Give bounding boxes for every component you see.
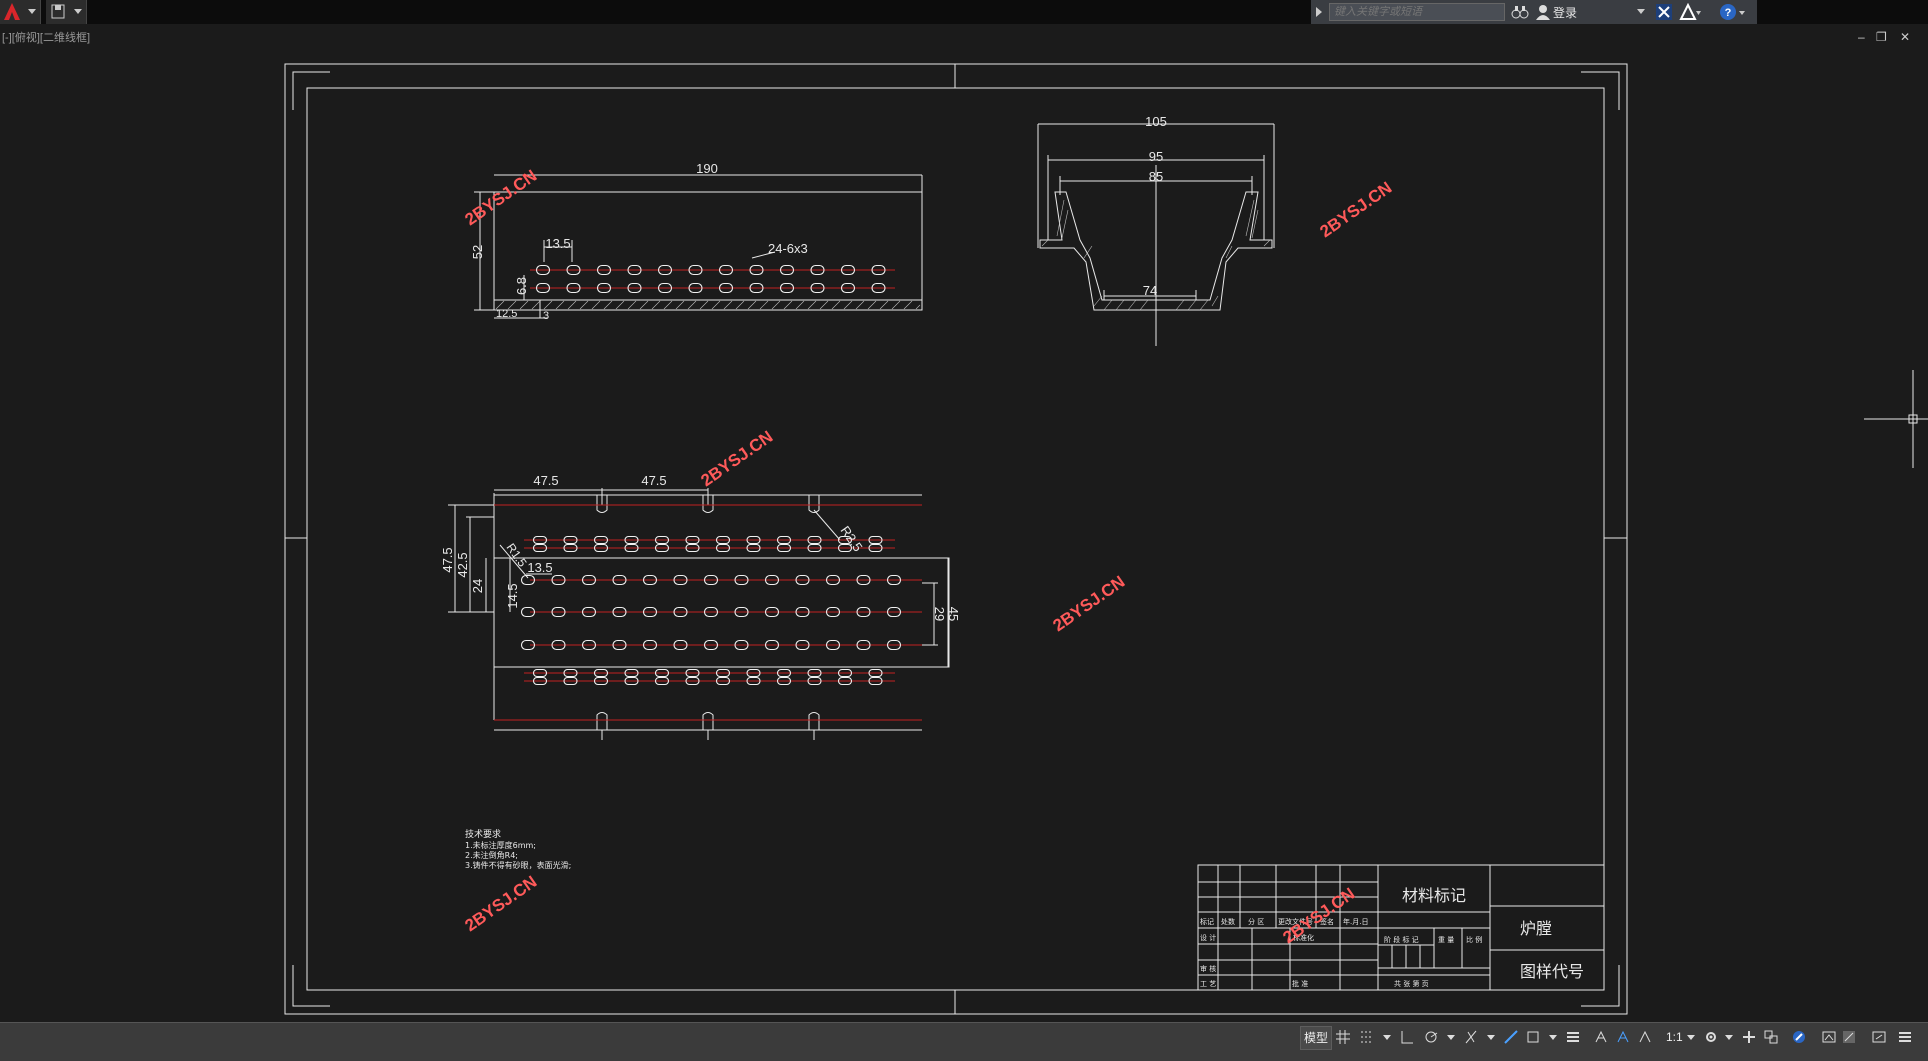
dim-small: 3: [543, 310, 549, 322]
auto-scale-icon[interactable]: [1638, 1030, 1652, 1044]
tb-header-stage: 阶 段 标 记: [1384, 935, 1419, 944]
material-mark: 材料标记: [1402, 886, 1466, 905]
tb-header-sheets: 共 张 第 页: [1394, 979, 1429, 988]
section-view: 105 95 85 74: [1037, 114, 1275, 346]
watermark: 2BYSJ.CN: [697, 427, 776, 490]
dim-radius: R2.5: [838, 523, 866, 554]
workspace-icon[interactable]: [1842, 1030, 1856, 1044]
clean-screen-icon[interactable]: [1822, 1030, 1836, 1044]
notes-line1: 1.未标注厚度6mm;: [465, 840, 536, 850]
dim-bottom: 74: [1143, 283, 1157, 298]
fullscreen-icon[interactable]: [1872, 1030, 1886, 1044]
dim-b: 47.5: [641, 473, 666, 488]
dim-row: 6.8: [514, 277, 529, 295]
osnap-icon[interactable]: [1504, 1030, 1518, 1044]
dim-inner: 85: [1149, 169, 1163, 184]
tb-header-date: 年.月.日: [1343, 917, 1368, 926]
watermark: 2BYSJ.CN: [1279, 884, 1358, 947]
tb-header-review: 审 核: [1200, 964, 1216, 973]
dim-left: 12.5: [496, 308, 517, 320]
title-block: 材料标记 炉膛 图样代号 标记 处数 分 区 更改文件号 签名 年.月.日 设 …: [1197, 864, 1605, 991]
drawing-number: 图样代号: [1520, 962, 1584, 981]
watermark: 2BYSJ.CN: [1049, 572, 1128, 635]
dim-h3: 24: [470, 579, 485, 593]
ortho-icon[interactable]: [1400, 1030, 1414, 1044]
chevron-down-icon[interactable]: [1684, 1030, 1698, 1044]
isodraft-icon[interactable]: [1464, 1030, 1478, 1044]
dim-slot: 24-6x3: [768, 241, 808, 256]
tb-header-mark: 标记: [1200, 917, 1214, 926]
chevron-down-icon[interactable]: [1722, 1030, 1736, 1044]
technical-notes: 技术要求 1.未标注厚度6mm; 2.未注倒角R4; 3.铸件不得有砂眼，表面光…: [465, 828, 571, 870]
dim-pitch: 13.5: [545, 236, 570, 251]
drawing-canvas[interactable]: 190 52 13.5 24-6x3 6.8 12.5 3 105 95 85 …: [0, 0, 1928, 1020]
tb-header-process: 工 艺: [1200, 980, 1216, 988]
dim-top: 105: [1145, 114, 1167, 129]
grid-icon[interactable]: [1336, 1030, 1350, 1044]
dim-mid: 95: [1149, 149, 1163, 164]
dim-h1: 47.5: [440, 547, 455, 572]
dim-h4: 14.5: [505, 583, 520, 608]
otrack-icon[interactable]: [1526, 1030, 1540, 1044]
plan-view: 47.5 47.5 R2.5 47.5 42.5 24 14.5 13.5 R1…: [440, 473, 961, 740]
dim-right1: 29: [932, 607, 947, 621]
polar-icon[interactable]: [1424, 1030, 1438, 1044]
dim-length: 190: [696, 161, 718, 176]
dim-a: 47.5: [533, 473, 558, 488]
dim-right2: 45: [946, 607, 961, 621]
crosshair-cursor: [1864, 370, 1928, 468]
annotation-visibility-icon[interactable]: [1616, 1030, 1630, 1044]
dim-pitch-plan: 13.5: [527, 560, 552, 575]
notes-line3: 3.铸件不得有砂眼，表面光滑;: [465, 860, 571, 870]
tb-header-count: 处数: [1221, 917, 1235, 926]
tb-header-weight: 重 量: [1438, 936, 1454, 944]
model-space-button[interactable]: 模型: [1300, 1026, 1332, 1050]
gear-icon[interactable]: [1704, 1030, 1718, 1044]
chevron-down-icon[interactable]: [1380, 1030, 1394, 1044]
snap-icon[interactable]: [1360, 1030, 1374, 1044]
watermark: 2BYSJ.CN: [461, 166, 540, 229]
chevron-down-icon[interactable]: [1444, 1030, 1458, 1044]
tb-header-approve: 批 准: [1292, 979, 1308, 988]
notes-line2: 2.未注倒角R4;: [465, 850, 518, 860]
lineweight-icon[interactable]: [1566, 1030, 1580, 1044]
watermark: 2BYSJ.CN: [1316, 178, 1395, 241]
annotation-icon[interactable]: [1594, 1030, 1608, 1044]
part-name: 炉膛: [1520, 919, 1552, 938]
tb-header-zone: 分 区: [1248, 917, 1264, 926]
chevron-down-icon[interactable]: [1546, 1030, 1560, 1044]
tb-header-design: 设 计: [1200, 933, 1216, 942]
isolate-icon[interactable]: [1764, 1030, 1778, 1044]
menu-icon[interactable]: [1898, 1030, 1912, 1044]
dim-height: 52: [470, 245, 485, 259]
dim-h2: 42.5: [455, 552, 470, 577]
watermark: 2BYSJ.CN: [461, 872, 540, 935]
notes-title: 技术要求: [465, 828, 501, 840]
chevron-down-icon[interactable]: [1484, 1030, 1498, 1044]
hardware-acceleration-icon[interactable]: [1792, 1030, 1806, 1044]
annotation-scale[interactable]: 1:1: [1666, 1030, 1683, 1044]
tb-header-scale: 比 例: [1466, 935, 1482, 944]
plus-icon[interactable]: [1742, 1030, 1756, 1044]
front-view: 190 52 13.5 24-6x3 6.8 12.5 3: [470, 161, 923, 322]
dim-r: R1.5: [504, 541, 530, 570]
